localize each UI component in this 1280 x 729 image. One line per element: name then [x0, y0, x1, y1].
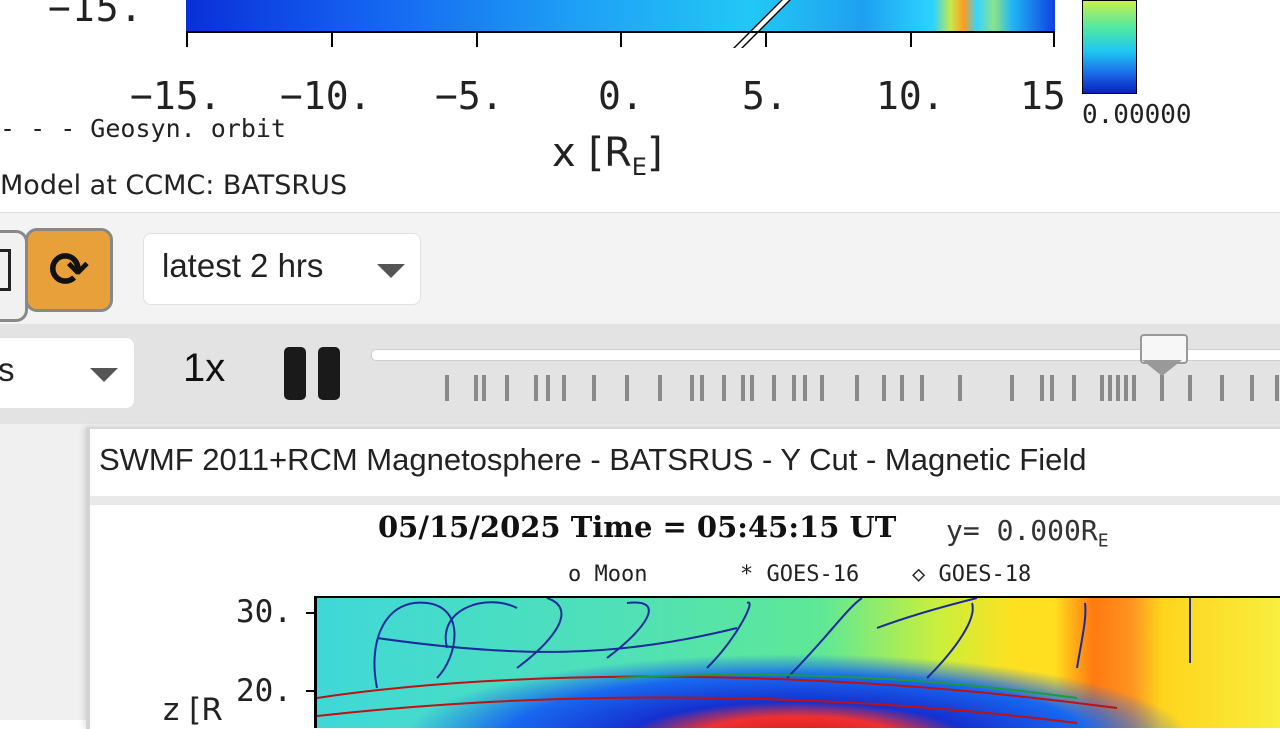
x-tick-mark [765, 31, 767, 47]
frame-tick [482, 375, 486, 401]
frame-tick [700, 375, 704, 401]
frame-tick [900, 375, 904, 401]
frame-tick [1132, 375, 1136, 401]
panel-title: SWMF 2011+RCM Magnetosphere - BATSRUS - … [99, 442, 1087, 477]
x-tick-label: 10. [876, 74, 945, 118]
frame-tick [625, 375, 629, 401]
pause-icon [318, 347, 340, 400]
frame-tick [1188, 375, 1192, 401]
time-range-select[interactable]: latest 2 hrs [143, 233, 421, 305]
field-line [317, 675, 1118, 709]
field-line [317, 696, 1078, 724]
frame-tick [920, 375, 924, 401]
frame-tick [820, 375, 824, 401]
frame-tick [546, 375, 550, 401]
chevron-down-icon [90, 368, 118, 382]
x-tick-label: −5. [435, 74, 504, 118]
y-tick-label: 20. [236, 673, 292, 709]
plot-y-cut: y= 0.000RE [946, 514, 1109, 552]
colorbar [1082, 0, 1137, 94]
x-tick-label: 0. [598, 74, 644, 118]
frame-tick [1040, 375, 1044, 401]
chevron-down-icon [377, 264, 405, 278]
frame-tick [882, 375, 886, 401]
y-axis-label: z [R [163, 692, 223, 728]
save-icon [0, 249, 11, 291]
x-axis-label: x [RE] [552, 130, 663, 181]
frame-tick [958, 375, 962, 401]
field-line [706, 601, 751, 669]
frame-tick [1160, 375, 1164, 401]
top-plot-image: −15. −15. −10. −5. 0. 5. 10. 15 0.00000 … [0, 0, 1280, 212]
x-tick-mark [331, 31, 333, 47]
legend-moon: o Moon [568, 562, 648, 587]
x-tick-label: 5. [742, 74, 788, 118]
legend-goes-16: * GOES-16 [740, 562, 860, 587]
x-tick-mark [1053, 31, 1055, 47]
colorbar-min-label: 0.00000 [1082, 100, 1192, 130]
refresh-icon: ⟳ [48, 242, 90, 298]
slider-thumb-pointer [1142, 360, 1183, 376]
frame-tick [741, 375, 745, 401]
legend-goes-18: ◇ GOES-18 [912, 562, 1032, 587]
time-range-value: latest 2 hrs [162, 247, 324, 284]
frame-tick [690, 375, 694, 401]
frame-tick [592, 375, 596, 401]
x-tick-mark [476, 31, 478, 47]
x-tick-mark [620, 31, 622, 47]
magnetic-field-plot [314, 596, 1280, 728]
playback-rate-button[interactable]: 1x [183, 346, 225, 391]
speed-select[interactable]: s [0, 338, 134, 408]
field-line [1076, 602, 1087, 669]
frame-tick [1116, 375, 1120, 401]
frame-tick [1010, 375, 1014, 401]
frame-tick [1100, 375, 1104, 401]
y-tick-mark [306, 690, 316, 692]
top-plot-y-tick: −15. [48, 0, 144, 30]
refresh-button[interactable]: ⟳ [25, 228, 113, 312]
plot-date-time: 05/15/2025 Time = 05:45:15 UT [378, 510, 897, 544]
x-tick-mark [910, 31, 912, 47]
frame-tick [1050, 375, 1054, 401]
pause-icon [284, 347, 306, 400]
frame-tick [505, 375, 509, 401]
field-line [516, 598, 563, 669]
frame-tick [1108, 375, 1112, 401]
frame-tick [445, 375, 449, 401]
field-line [786, 598, 863, 679]
model-note: Model at CCMC: BATSRUS [0, 170, 348, 201]
frame-tick [750, 375, 754, 401]
frame-tick [474, 375, 478, 401]
field-line [926, 602, 974, 679]
field-line [376, 627, 738, 653]
x-tick-label: −15. [130, 74, 222, 118]
frame-tick [1275, 375, 1279, 401]
field-line [876, 598, 978, 629]
frame-tick [803, 375, 807, 401]
x-tick-label: 15 [1020, 74, 1066, 118]
frame-tick [1250, 375, 1254, 401]
frame-tick [772, 375, 776, 401]
frame-tick [855, 375, 859, 401]
y-tick-label: 30. [236, 594, 292, 630]
speed-select-value: s [0, 351, 15, 388]
x-tick-label: −10. [280, 74, 372, 118]
panel-separator [90, 496, 1280, 505]
frame-tick [792, 375, 796, 401]
orbit-legend: - - - Geosyn. orbit [0, 114, 286, 143]
control-bar: ⟳ latest 2 hrs [0, 212, 1280, 325]
frame-tick [658, 375, 662, 401]
x-tick-mark [186, 31, 188, 47]
frame-tick [562, 375, 566, 401]
y-tick-mark [306, 612, 316, 614]
frame-tick [1220, 375, 1224, 401]
frame-tick [1124, 375, 1128, 401]
field-line [444, 601, 518, 649]
playback-bar: s 1x [0, 324, 1280, 424]
top-plot-field [186, 0, 1055, 33]
pause-button[interactable] [284, 324, 342, 424]
frame-tick [1072, 375, 1076, 401]
frame-tick [534, 375, 538, 401]
frame-tick [722, 375, 726, 401]
